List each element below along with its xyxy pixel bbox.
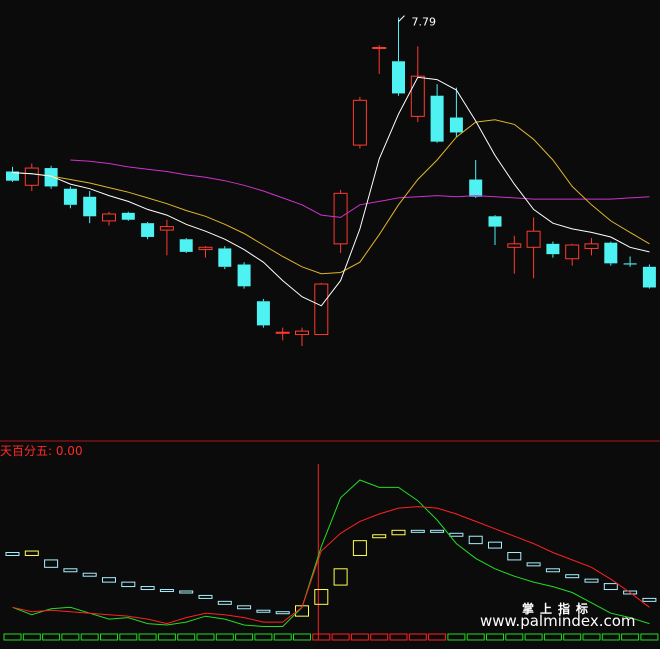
chart-background [0, 0, 660, 645]
candle-body [295, 330, 309, 336]
candle-body [526, 230, 541, 248]
candle-body [642, 266, 656, 288]
candle-body [159, 226, 174, 231]
candle-body [218, 248, 232, 267]
candle-body [333, 192, 348, 245]
candle-body [314, 283, 329, 336]
candle-body [392, 61, 405, 94]
candle-body [179, 239, 193, 252]
candle-body [63, 188, 77, 205]
candle [333, 189, 348, 254]
candle-body [256, 301, 270, 326]
candle-body [623, 263, 637, 265]
candle [179, 238, 193, 254]
candle-body [372, 46, 387, 49]
candle-body [565, 244, 580, 260]
candle-body [449, 117, 463, 133]
indicator-label: 天百分五: 0.00 [0, 444, 83, 458]
candle-body [584, 243, 599, 249]
candle-body [24, 167, 39, 186]
max-price-label: 7.79 [412, 16, 437, 29]
candle-body [102, 213, 116, 222]
chart-canvas: 7.79 [0, 0, 660, 645]
candle [642, 264, 656, 289]
candle [604, 241, 618, 266]
candle [314, 282, 329, 336]
candle-body [488, 216, 502, 227]
candle-body [141, 223, 155, 237]
kline-chart[interactable]: 7.79 天百分五: 0.00 掌上指标 www.palmindex.com [0, 0, 660, 645]
candle-body [352, 99, 367, 146]
candle [218, 246, 232, 270]
candle-body [237, 264, 251, 287]
candle-body [275, 331, 290, 334]
candle [121, 211, 135, 221]
candle-body [121, 212, 135, 220]
candle [237, 262, 251, 289]
candle-body [469, 179, 483, 197]
candle-body [198, 246, 213, 251]
watermark-url: www.palmindex.com [480, 612, 636, 630]
candle-body [430, 95, 444, 142]
candle-body [83, 196, 97, 217]
candle-body [410, 75, 425, 117]
candle-body [507, 243, 522, 248]
candle [256, 298, 270, 328]
candle [352, 96, 367, 149]
candle [141, 222, 155, 240]
candle-body [604, 242, 618, 264]
candle-body [546, 243, 560, 255]
